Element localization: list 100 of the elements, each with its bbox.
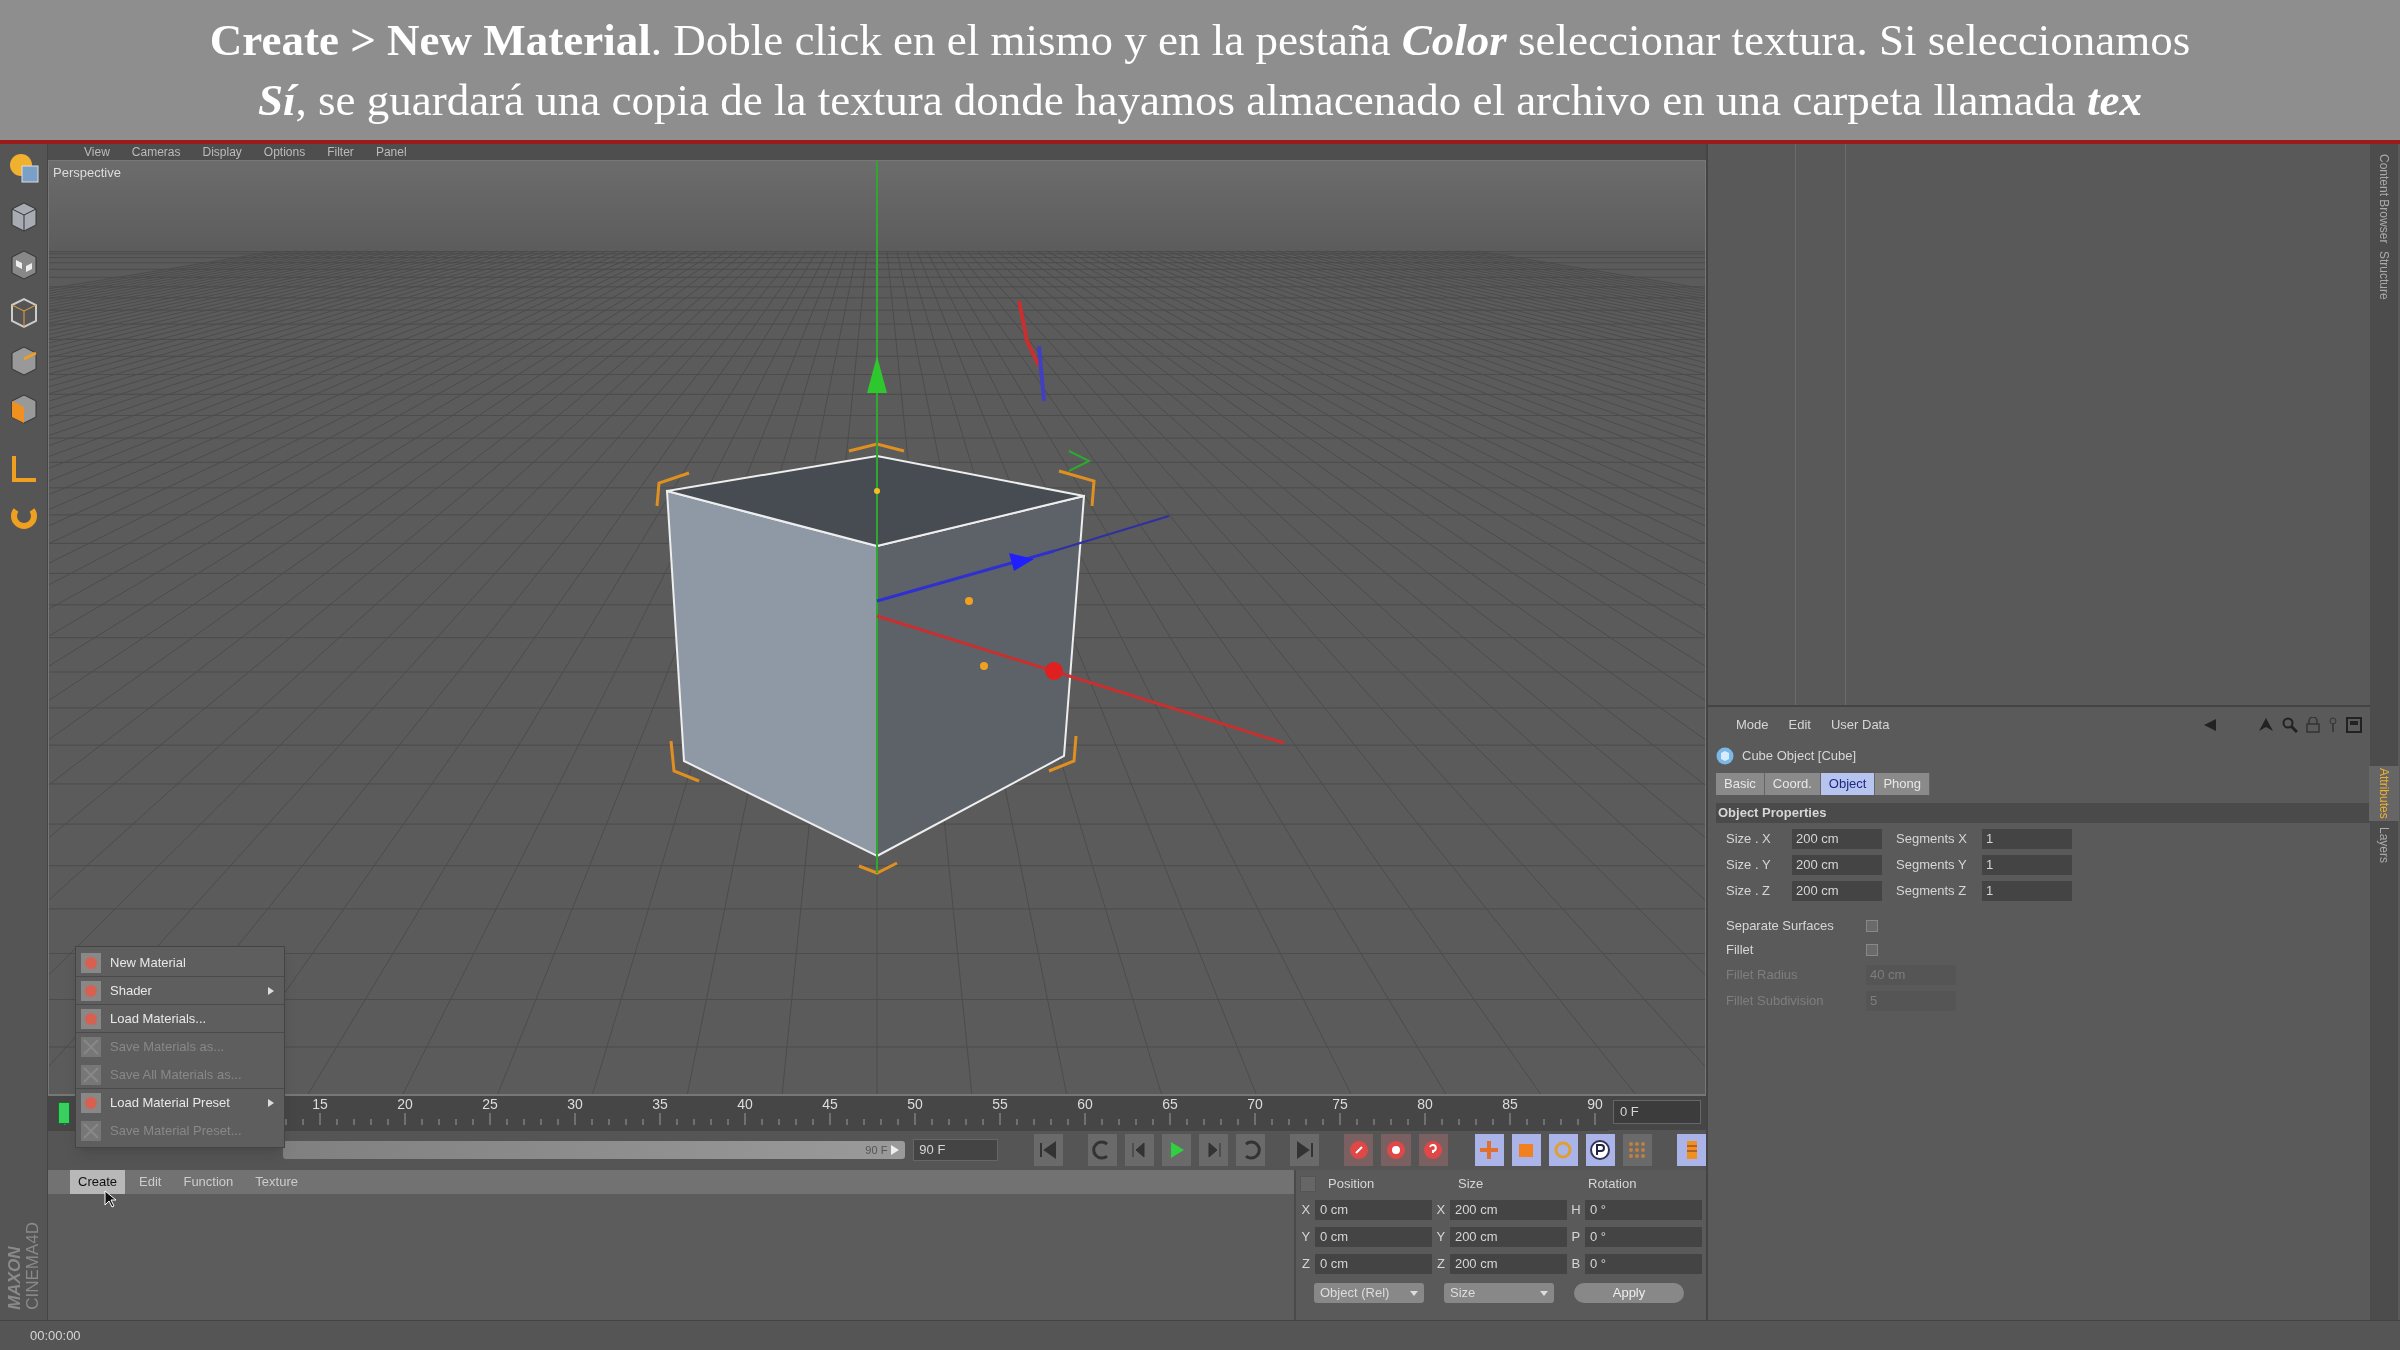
scale-key-button[interactable]	[1511, 1134, 1541, 1166]
record-key-button[interactable]	[1344, 1134, 1374, 1166]
viewport-menu-item[interactable]: View	[84, 146, 110, 158]
value-field[interactable]: 1	[1982, 855, 2072, 875]
frame-range-bar[interactable]: 90 F	[283, 1141, 906, 1159]
value-field[interactable]: 1	[1982, 881, 2072, 901]
coordinate-field[interactable]: 200 cm	[1449, 1253, 1567, 1274]
viewport-menu-item[interactable]: Display	[202, 146, 242, 158]
viewport-menu-item[interactable]: Panel	[375, 146, 407, 158]
coordinate-field[interactable]: 0 cm	[1314, 1253, 1432, 1274]
object-tab[interactable]: Basic	[1716, 773, 1765, 795]
coordinate-field[interactable]: 0 °	[1584, 1199, 1702, 1220]
column-header: Rotation	[1588, 1175, 1638, 1194]
caret-icon	[1540, 1290, 1548, 1296]
attributes-menu-item[interactable]: User Data	[1830, 715, 1890, 735]
value-field[interactable]: 200 cm	[1792, 829, 1882, 849]
caption-text: Create > New Material. Doble click en el mismo y en la pestaña Color seleccionar textura. Si seleccionamos	[209, 14, 2191, 67]
coordinate-field[interactable]: 0 °	[1584, 1226, 1702, 1247]
section-header: Object Properties	[1716, 803, 2370, 823]
menu-item[interactable]: New Material	[76, 949, 284, 977]
material-menu-item[interactable]: Edit	[131, 1170, 170, 1194]
field-label: Segments Y	[1895, 856, 1968, 875]
axis-gizmo[interactable]	[867, 161, 1285, 874]
menu-item[interactable]: Load Materials...	[76, 1005, 284, 1033]
auto-key-icon	[1384, 1139, 1407, 1161]
checkbox[interactable]	[1866, 944, 1878, 956]
step-forward-button[interactable]	[1198, 1134, 1229, 1166]
loop-back-button[interactable]	[1087, 1134, 1117, 1166]
parameter-key-button[interactable]	[1585, 1134, 1615, 1166]
step-back-button[interactable]	[1124, 1134, 1154, 1166]
frame-number: 35	[652, 1097, 668, 1111]
panel-tab[interactable]: Content Browser	[2369, 152, 2399, 246]
coordinate-field[interactable]: 0 cm	[1314, 1226, 1432, 1247]
object-tab[interactable]: Object	[1820, 773, 1876, 795]
caption-text: Sí, se guardará una copia de la textura donde hayamos almacenado el archivo en una carpeta llamada tex	[257, 74, 2143, 127]
viewport-menu-item[interactable]: Filter	[327, 146, 354, 158]
coordinate-field[interactable]: 200 cm	[1449, 1226, 1567, 1247]
axis-label: Y	[1300, 1227, 1312, 1246]
end-frame-field[interactable]: 90 F	[913, 1139, 998, 1161]
frame-number: 40	[737, 1097, 753, 1111]
play-button[interactable]	[1161, 1134, 1191, 1166]
size-mode-dropdown[interactable]: Size	[1444, 1283, 1554, 1303]
back-arrow-icon[interactable]	[2202, 717, 2218, 733]
menu-item[interactable]: Shader	[76, 977, 284, 1005]
frame-number: 45	[822, 1097, 838, 1111]
axis-label: X	[1300, 1200, 1312, 1219]
column-header: Position	[1328, 1175, 1376, 1194]
coordinate-field[interactable]: 0 cm	[1314, 1199, 1432, 1220]
panel-tab[interactable]: Structure	[2369, 249, 2399, 303]
field-label: Segments Z	[1895, 882, 1968, 901]
pin-icon[interactable]	[2328, 717, 2338, 733]
axis-label: Z	[1435, 1254, 1446, 1273]
skip-start-button[interactable]	[1033, 1134, 1063, 1166]
material-swatch-icon	[80, 1120, 102, 1142]
current-frame-field[interactable]: 0 F	[1613, 1100, 1701, 1124]
frame-number: 60	[1077, 1097, 1093, 1111]
panel-tab[interactable]: Attributes	[2369, 766, 2399, 821]
move-key-button[interactable]	[1474, 1134, 1504, 1166]
coordinate-mode-dropdown[interactable]: Object (Rel)	[1314, 1283, 1424, 1303]
viewport-menu-item[interactable]: Cameras	[131, 146, 181, 158]
cube-object-icon	[1716, 747, 1734, 765]
rotate-key-button[interactable]	[1548, 1134, 1578, 1166]
material-swatch-icon	[80, 1092, 102, 1114]
value-field[interactable]: 200 cm	[1792, 881, 1882, 901]
value-field[interactable]: 1	[1982, 829, 2072, 849]
new-panel-icon[interactable]	[2346, 717, 2362, 733]
axis-label: H	[1570, 1200, 1582, 1219]
viewport-menu-item[interactable]: Options	[263, 146, 306, 158]
value-field[interactable]: 200 cm	[1792, 855, 1882, 875]
up-arrow-icon[interactable]	[2258, 717, 2274, 733]
skip-end-button[interactable]	[1290, 1134, 1320, 1166]
lock-icon[interactable]	[2306, 717, 2320, 733]
checkbox-label: Fillet	[1726, 941, 1755, 960]
object-tab[interactable]: Coord.	[1764, 773, 1821, 795]
attributes-menu-item[interactable]: Edit	[1788, 715, 1811, 735]
object-tab[interactable]: Phong	[1875, 773, 1930, 795]
apply-button[interactable]: Apply	[1574, 1283, 1684, 1303]
material-menu-item[interactable]: Create	[70, 1170, 126, 1194]
loop-button[interactable]	[1236, 1134, 1266, 1166]
coordinate-field[interactable]: 200 cm	[1449, 1199, 1567, 1220]
search-icon[interactable]	[2282, 717, 2298, 733]
frame-number: 20	[397, 1097, 413, 1111]
checkbox-label: Separate Surfaces	[1726, 917, 1835, 936]
point-key-button[interactable]	[1622, 1134, 1652, 1166]
playhead[interactable]	[58, 1102, 70, 1124]
cube-drawing[interactable]	[655, 442, 1096, 875]
material-swatch-icon	[80, 1036, 102, 1058]
coordinate-field[interactable]: 0 °	[1584, 1253, 1702, 1274]
material-menu-item[interactable]: Function	[175, 1170, 242, 1194]
attributes-menu-item[interactable]: Mode	[1736, 715, 1769, 735]
panel-tab[interactable]: Layers	[2369, 824, 2399, 865]
timeline-button[interactable]	[1676, 1134, 1707, 1166]
material-menu-item[interactable]: Texture	[247, 1170, 306, 1194]
auto-key-button[interactable]	[1381, 1134, 1411, 1166]
help-key-button[interactable]	[1418, 1134, 1448, 1166]
menu-item[interactable]: Load Material Preset	[76, 1089, 284, 1117]
axis-label: B	[1570, 1254, 1582, 1273]
material-swatch-icon	[80, 1063, 102, 1086]
submenu-arrow-icon	[268, 1099, 274, 1107]
checkbox[interactable]	[1866, 920, 1878, 932]
